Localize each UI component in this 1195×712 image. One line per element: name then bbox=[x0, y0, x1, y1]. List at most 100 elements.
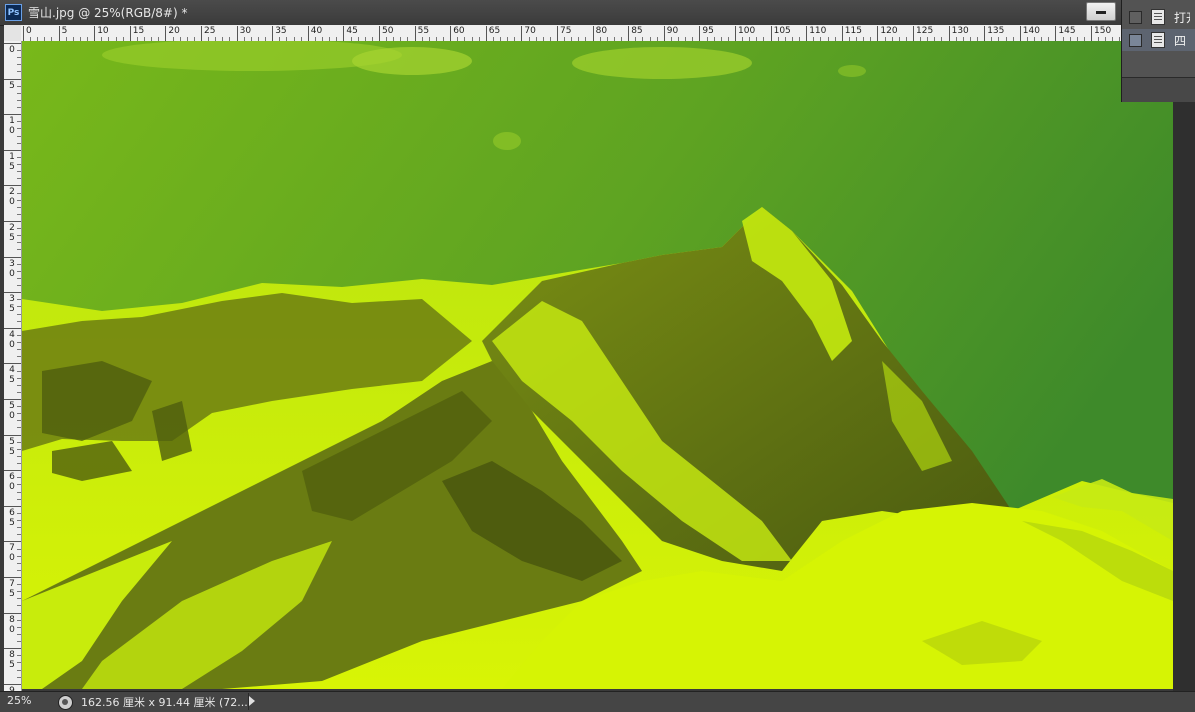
zoom-level[interactable]: 25% bbox=[7, 694, 31, 707]
mountain-image bbox=[22, 41, 1173, 689]
ruler-tick bbox=[17, 143, 21, 144]
ruler-tick bbox=[842, 26, 843, 41]
ruler-label: 60 bbox=[453, 26, 464, 36]
ruler-tick bbox=[17, 477, 21, 478]
ruler-label: 55 bbox=[418, 26, 429, 36]
title-bar: Ps 雪山.jpg @ 25%(RGB/8#) * bbox=[0, 0, 1195, 26]
ruler-label: 10 bbox=[8, 116, 16, 136]
ruler-tick bbox=[272, 26, 273, 41]
ruler-tick bbox=[4, 363, 21, 364]
document-tab[interactable]: Ps 雪山.jpg @ 25%(RGB/8#) * bbox=[0, 0, 260, 25]
ruler-tick bbox=[4, 43, 21, 44]
ruler-tick bbox=[4, 150, 21, 151]
ruler-tick bbox=[17, 100, 21, 101]
snapshot-checkbox[interactable] bbox=[1129, 11, 1142, 24]
ruler-tick bbox=[4, 684, 21, 685]
ruler-tick bbox=[4, 648, 21, 649]
ruler-label: 40 bbox=[8, 330, 16, 350]
ruler-tick bbox=[4, 613, 21, 614]
ruler-tick bbox=[17, 563, 21, 564]
ruler-label: 60 bbox=[8, 472, 16, 492]
ruler-tick bbox=[17, 406, 21, 407]
ruler-label: 5 bbox=[8, 81, 16, 91]
ruler-label: 20 bbox=[8, 187, 16, 207]
panel-item-label: 打开 bbox=[1174, 9, 1190, 26]
ruler-label: 25 bbox=[8, 223, 16, 243]
ruler-label: 5 bbox=[62, 26, 68, 36]
ruler-label: 110 bbox=[809, 26, 826, 36]
ruler-tick bbox=[17, 235, 21, 236]
ruler-label: 35 bbox=[8, 294, 16, 314]
horizontal-ruler[interactable]: 0510152025303540455055606570758085909510… bbox=[21, 25, 1121, 42]
ruler-tick bbox=[17, 527, 21, 528]
ruler-tick bbox=[17, 520, 21, 521]
ruler-label: 40 bbox=[311, 26, 322, 36]
panel-item[interactable]: 打开 bbox=[1122, 6, 1195, 28]
document-icon bbox=[1151, 9, 1165, 25]
ruler-label: 0 bbox=[26, 26, 32, 36]
ruler-label: 45 bbox=[8, 365, 16, 385]
panel-item[interactable]: 四 bbox=[1122, 29, 1195, 51]
ruler-tick bbox=[17, 50, 21, 51]
ruler-tick bbox=[913, 26, 914, 41]
ruler-tick bbox=[949, 26, 950, 41]
ruler-tick bbox=[17, 349, 21, 350]
ruler-label: 50 bbox=[8, 401, 16, 421]
ruler-tick bbox=[699, 26, 700, 41]
ruler-tick bbox=[17, 249, 21, 250]
ruler-tick bbox=[201, 26, 202, 41]
panel-item-label: 四 bbox=[1174, 32, 1190, 49]
ruler-tick bbox=[17, 385, 21, 386]
ruler-tick bbox=[343, 26, 344, 41]
ruler-label: 70 bbox=[8, 543, 16, 563]
image-canvas[interactable] bbox=[22, 41, 1173, 689]
ruler-label: 95 bbox=[702, 26, 713, 36]
status-bar: 25% 162.56 厘米 x 91.44 厘米 (72... bbox=[0, 691, 1195, 712]
ruler-label: 45 bbox=[346, 26, 357, 36]
status-info-icon[interactable] bbox=[58, 695, 73, 710]
photoshop-window: Ps 雪山.jpg @ 25%(RGB/8#) * 05101520253035… bbox=[0, 0, 1195, 711]
ruler-tick bbox=[4, 435, 21, 436]
ruler-tick bbox=[17, 356, 21, 357]
ruler-tick bbox=[17, 378, 21, 379]
snapshot-checkbox[interactable] bbox=[1129, 34, 1142, 47]
ruler-tick bbox=[17, 591, 21, 592]
ruler-label: 0 bbox=[8, 45, 16, 55]
ruler-tick bbox=[17, 456, 21, 457]
ruler-tick bbox=[17, 427, 21, 428]
ruler-tick bbox=[17, 492, 21, 493]
ruler-tick bbox=[1091, 26, 1092, 41]
ruler-tick bbox=[17, 86, 21, 87]
ruler-tick bbox=[17, 64, 21, 65]
history-panel: 打开 四 bbox=[1121, 0, 1195, 102]
ruler-label: 80 bbox=[8, 615, 16, 635]
ruler-tick bbox=[4, 541, 21, 542]
ruler-tick bbox=[17, 93, 21, 94]
ruler-label: 15 bbox=[133, 26, 144, 36]
ruler-tick bbox=[130, 26, 131, 41]
ruler-tick bbox=[1055, 26, 1056, 41]
ruler-tick bbox=[17, 598, 21, 599]
vertical-ruler[interactable]: 05101520253035404550556065707580859 bbox=[4, 41, 22, 691]
ruler-tick bbox=[4, 399, 21, 400]
ruler-label: 75 bbox=[8, 579, 16, 599]
ruler-tick bbox=[17, 420, 21, 421]
ruler-tick bbox=[17, 71, 21, 72]
ps-icon: Ps bbox=[5, 4, 22, 21]
ruler-tick bbox=[17, 655, 21, 656]
ruler-tick bbox=[735, 26, 736, 41]
ruler-tick bbox=[557, 26, 558, 41]
ruler-tick bbox=[17, 463, 21, 464]
ruler-tick bbox=[17, 371, 21, 372]
ruler-label: 85 bbox=[631, 26, 642, 36]
ruler-tick bbox=[521, 26, 522, 41]
canvas-scroll-area[interactable] bbox=[1173, 25, 1195, 691]
ruler-origin[interactable] bbox=[4, 25, 22, 42]
ruler-tick bbox=[4, 114, 21, 115]
ruler-tick bbox=[17, 57, 21, 58]
ruler-tick bbox=[4, 221, 21, 222]
ruler-tick bbox=[17, 200, 21, 201]
ruler-tick bbox=[23, 26, 24, 41]
status-menu-arrow-icon[interactable] bbox=[249, 696, 255, 706]
minimize-button[interactable] bbox=[1086, 2, 1116, 21]
